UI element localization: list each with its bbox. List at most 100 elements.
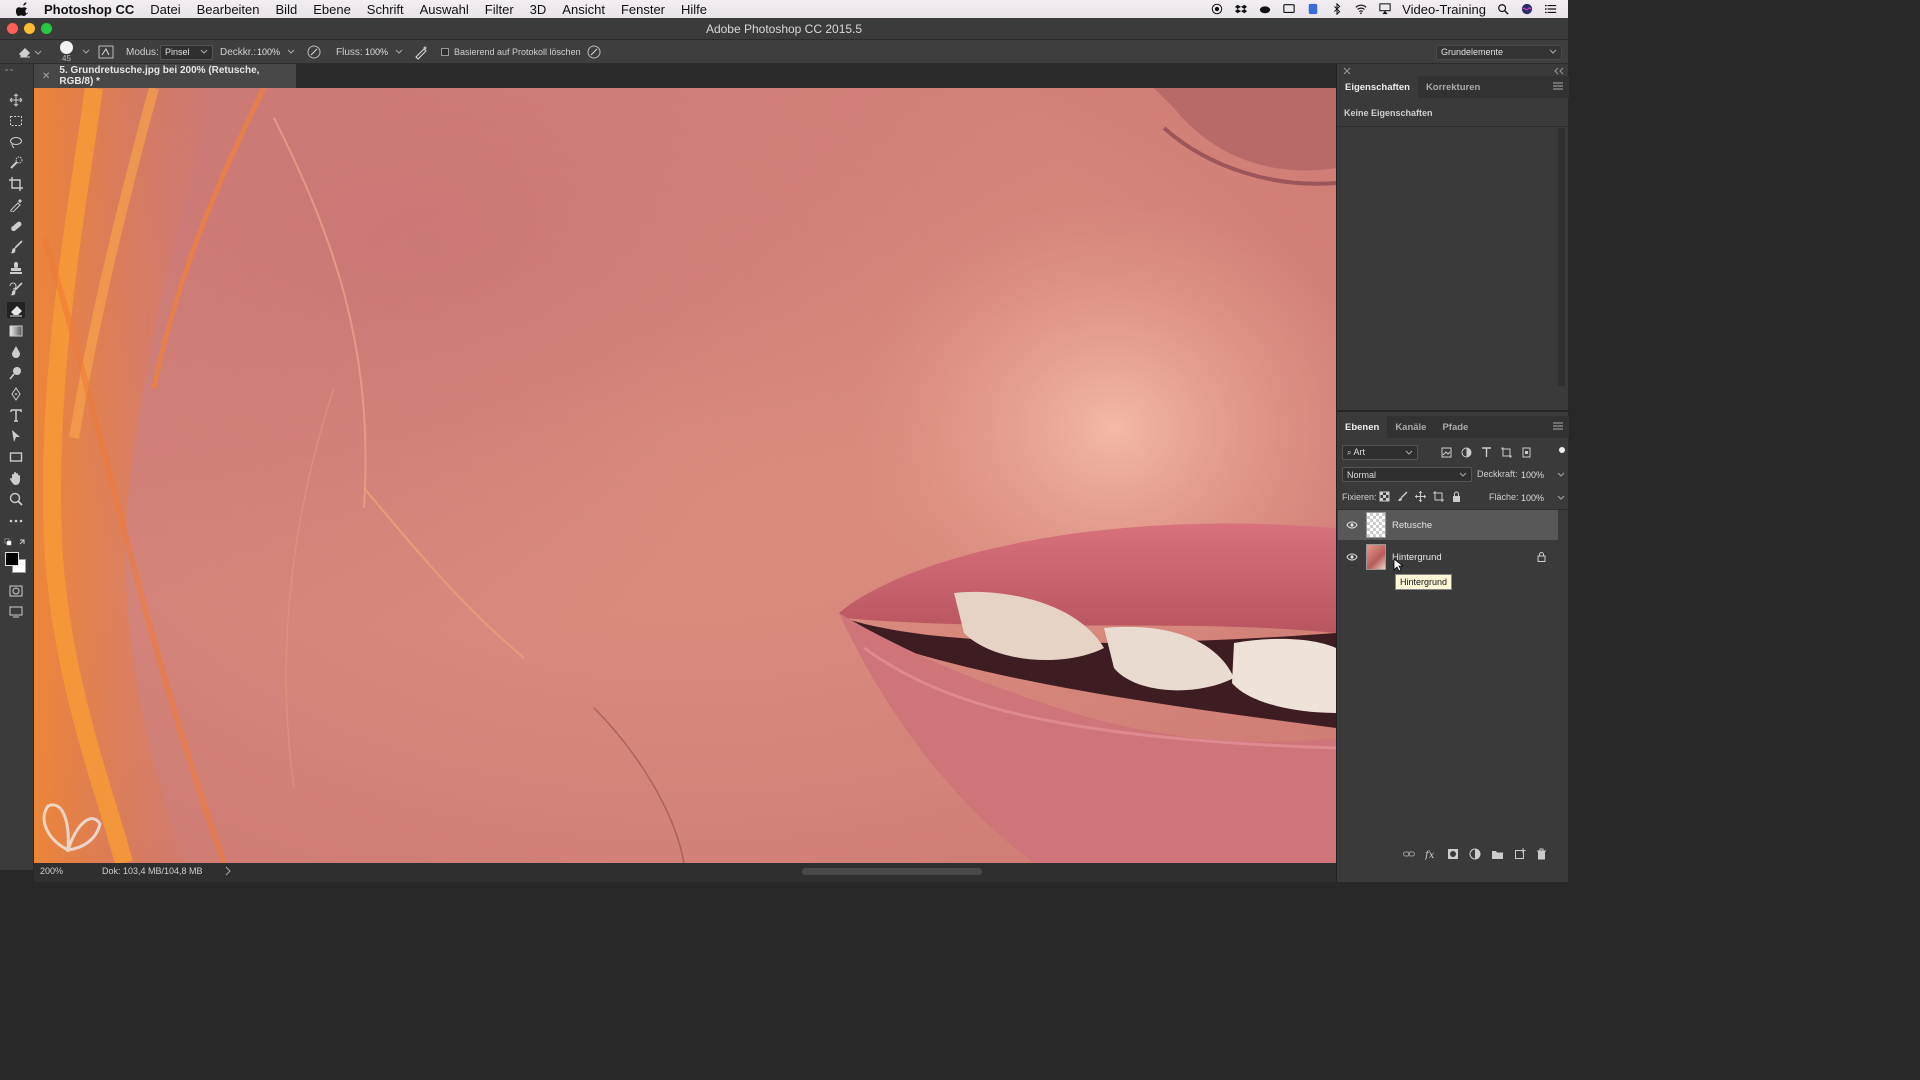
hand-tool[interactable] [7, 470, 25, 486]
layer-row-retusche[interactable]: Retusche [1338, 510, 1558, 540]
type-tool[interactable] [7, 407, 25, 423]
opacity-input[interactable]: 100% [253, 45, 299, 60]
app-status-icon[interactable] [1306, 3, 1320, 15]
close-document-icon[interactable]: ✕ [42, 71, 50, 82]
menu-auswahl[interactable]: Auswahl [420, 2, 469, 17]
link-layers-icon[interactable] [1403, 849, 1415, 859]
path-selection-tool[interactable] [7, 428, 25, 444]
status-menu-arrow-icon[interactable] [224, 865, 232, 877]
erase-to-history-checkbox[interactable] [441, 48, 449, 56]
blend-mode-select[interactable]: Normal [1342, 467, 1472, 482]
menu-ansicht[interactable]: Ansicht [562, 2, 605, 17]
history-brush-tool[interactable] [7, 281, 25, 297]
edit-toolbar-button[interactable] [7, 513, 25, 529]
layer-filter-select[interactable]: ⌕ Art [1342, 445, 1418, 460]
new-adjustment-layer-icon[interactable] [1469, 848, 1481, 860]
default-swap-colors-icon[interactable] [4, 538, 30, 548]
document-tab[interactable]: ✕ 5. Grundretusche.jpg bei 200% (Retusch… [34, 64, 296, 88]
notifications-icon[interactable] [1282, 3, 1296, 15]
tool-preset-picker[interactable] [16, 40, 42, 64]
spotlight-search-icon[interactable] [1496, 3, 1510, 15]
dodge-tool[interactable] [7, 365, 25, 381]
tab-ebenen[interactable]: Ebenen [1337, 416, 1388, 438]
lock-pixels-brush-icon[interactable] [1397, 491, 1408, 502]
rectangle-tool[interactable] [7, 449, 25, 465]
horizontal-scrollbar-thumb[interactable] [802, 868, 982, 875]
tab-eigenschaften[interactable]: Eigenschaften [1337, 76, 1418, 98]
add-layer-mask-icon[interactable] [1447, 848, 1459, 860]
menu-bild[interactable]: Bild [276, 2, 298, 17]
app-name-menu[interactable]: Photoshop CC [44, 2, 134, 17]
quick-selection-tool[interactable] [7, 155, 25, 171]
tab-korrekturen[interactable]: Korrekturen [1418, 76, 1488, 98]
move-tool[interactable] [7, 92, 25, 108]
layer-style-fx-icon[interactable]: fx [1425, 848, 1437, 860]
pressure-opacity-icon[interactable] [306, 44, 322, 60]
marquee-tool[interactable] [7, 113, 25, 129]
eyedropper-tool[interactable] [7, 197, 25, 213]
pen-tool[interactable] [7, 386, 25, 402]
menu-bearbeiten[interactable]: Bearbeiten [197, 2, 260, 17]
layer-row-hintergrund[interactable]: Hintergrund [1338, 542, 1558, 572]
collapse-dock-icon[interactable] [1554, 67, 1564, 75]
healing-brush-tool[interactable] [7, 218, 25, 234]
filter-type-icon[interactable] [1481, 447, 1492, 458]
brush-panel-toggle[interactable] [98, 40, 114, 64]
airplay-display-icon[interactable] [1378, 3, 1392, 15]
properties-scrollbar[interactable] [1558, 128, 1565, 386]
notification-center-icon[interactable] [1544, 3, 1558, 15]
lock-all-icon[interactable] [1451, 491, 1462, 502]
creative-cloud-icon[interactable] [1258, 3, 1272, 15]
filter-adjustment-icon[interactable] [1461, 447, 1472, 458]
layer-name[interactable]: Retusche [1392, 520, 1432, 531]
tab-kanaele[interactable]: Kanäle [1387, 416, 1434, 438]
menu-schrift[interactable]: Schrift [367, 2, 404, 17]
crop-tool[interactable] [7, 176, 25, 192]
filter-toggle-switch[interactable] [1559, 447, 1565, 453]
gradient-tool[interactable] [7, 323, 25, 339]
menu-filter[interactable]: Filter [485, 2, 514, 17]
layer-opacity-input[interactable]: 100% [1521, 467, 1565, 482]
user-name[interactable]: Video-Training [1402, 2, 1486, 17]
apple-logo-icon[interactable] [16, 2, 30, 16]
panel-menu-icon[interactable] [1553, 82, 1563, 90]
flow-input[interactable]: 100% [361, 45, 407, 60]
lock-artboard-icon[interactable] [1433, 491, 1444, 502]
filter-pixel-icon[interactable] [1441, 447, 1452, 458]
brush-tool[interactable] [7, 239, 25, 255]
menu-ebene[interactable]: Ebene [313, 2, 351, 17]
record-icon[interactable] [1210, 3, 1224, 15]
menu-hilfe[interactable]: Hilfe [681, 2, 707, 17]
filter-smart-object-icon[interactable] [1521, 447, 1532, 458]
visibility-eye-icon[interactable] [1346, 552, 1358, 562]
menu-datei[interactable]: Datei [150, 2, 180, 17]
lock-transparency-icon[interactable] [1379, 491, 1390, 502]
new-layer-icon[interactable] [1514, 848, 1526, 860]
delete-layer-trash-icon[interactable] [1536, 848, 1547, 860]
zoom-level[interactable]: 200% [40, 866, 63, 876]
new-group-folder-icon[interactable] [1491, 848, 1504, 860]
panel-menu-icon[interactable] [1553, 422, 1563, 430]
foreground-color-swatch[interactable] [5, 552, 19, 566]
layer-lock-icon[interactable] [1537, 552, 1546, 562]
lasso-tool[interactable] [7, 134, 25, 150]
workspace-select[interactable]: Grundelemente [1436, 44, 1562, 60]
lock-position-move-icon[interactable] [1415, 491, 1426, 502]
screen-mode-button[interactable] [7, 604, 25, 620]
dropbox-icon[interactable] [1234, 3, 1248, 15]
chevron-down-icon[interactable] [82, 48, 90, 56]
airbrush-icon[interactable] [413, 44, 429, 60]
tab-pfade[interactable]: Pfade [1434, 416, 1476, 438]
layer-fill-input[interactable]: 100% [1521, 490, 1565, 505]
blur-tool[interactable] [7, 344, 25, 360]
zoom-tool[interactable] [7, 491, 25, 507]
document-canvas[interactable] [34, 88, 1336, 863]
menu-3d[interactable]: 3D [530, 2, 547, 17]
collapse-panel-icon[interactable] [4, 67, 14, 73]
wifi-icon[interactable] [1354, 3, 1368, 15]
filter-shape-icon[interactable] [1501, 447, 1512, 458]
siri-icon[interactable] [1520, 3, 1534, 15]
quick-mask-button[interactable] [7, 583, 25, 599]
eraser-tool[interactable] [7, 302, 25, 318]
pressure-size-icon[interactable] [586, 44, 602, 60]
